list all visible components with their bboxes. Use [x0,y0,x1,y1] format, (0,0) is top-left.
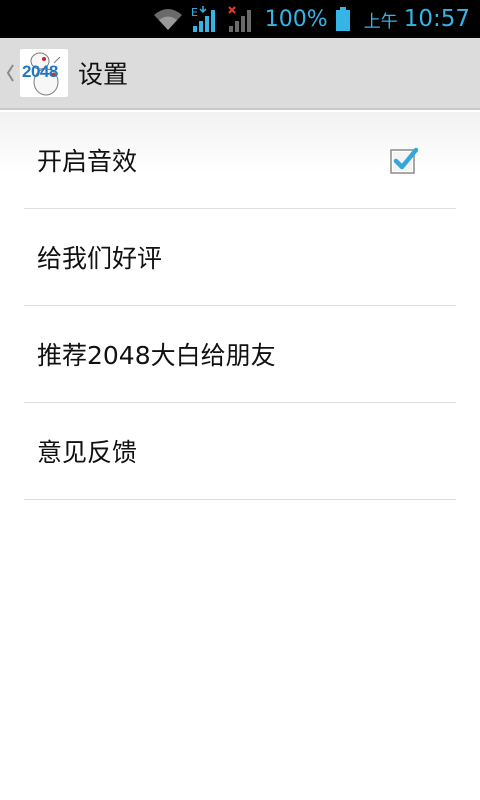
clock-ampm: 上午 [363,11,398,32]
clock-time: 10:57 [403,6,470,32]
setting-sound-effects[interactable]: 开启音效 [24,112,456,209]
no-signal-icon [227,6,255,32]
setting-label: 意见反馈 [37,438,138,467]
page-title: 设置 [78,60,129,89]
signal-icon: E [191,6,219,32]
setting-label: 开启音效 [37,147,138,176]
settings-content: 开启音效 给我们好评 推荐2048大白给朋友 意见反馈 [0,112,480,800]
setting-label: 给我们好评 [37,244,163,273]
battery-icon [335,7,350,31]
action-bar: 2048 设置 [0,38,480,110]
sound-effects-checkbox[interactable] [390,146,418,174]
setting-label: 推荐2048大白给朋友 [37,341,276,370]
wifi-icon [153,7,183,31]
app-icon-label: 2048 [22,62,58,81]
status-bar: E 100% 上午 10:57 [0,0,480,38]
app-icon[interactable]: 2048 [20,49,68,97]
battery-percent: 100% [264,6,328,32]
setting-recommend-to-friends[interactable]: 推荐2048大白给朋友 [24,306,456,403]
back-chevron-icon[interactable] [5,63,19,83]
network-type-label: E [191,6,198,19]
settings-list: 开启音效 给我们好评 推荐2048大白给朋友 意见反馈 [24,112,456,500]
setting-feedback[interactable]: 意见反馈 [24,403,456,500]
setting-rate-us[interactable]: 给我们好评 [24,209,456,306]
checkbox-checked-icon [390,147,418,174]
